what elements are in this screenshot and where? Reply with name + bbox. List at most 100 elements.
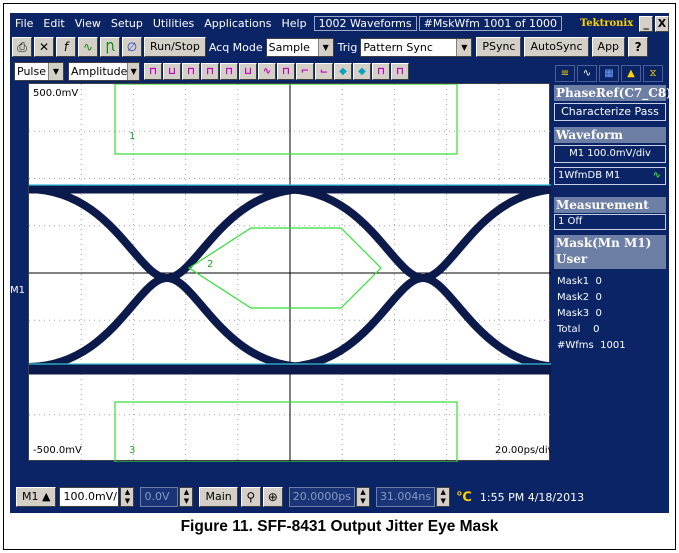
- pulse-value: Pulse: [17, 65, 46, 78]
- measure-fall-icon[interactable]: ◆: [353, 63, 371, 80]
- measure-area-icon[interactable]: ⊓: [391, 63, 409, 80]
- measure-cycle-mean-icon[interactable]: ⊔: [239, 63, 257, 80]
- acq-mode-value: Sample: [268, 40, 310, 54]
- menu-utilities[interactable]: Utilities: [148, 17, 199, 30]
- trig-value: Pattern Sync: [363, 40, 433, 54]
- panel-waveform-icon[interactable]: ∿: [577, 64, 597, 82]
- amplitude-select[interactable]: Amplitude ▼: [68, 62, 140, 81]
- chevron-down-icon: ▼: [456, 38, 472, 56]
- scale-field[interactable]: 100.0mV/: [59, 487, 120, 507]
- mask3-row: Mask3 0: [557, 307, 602, 320]
- temperature-icon[interactable]: ℃: [456, 490, 472, 505]
- zoom-icon[interactable]: ⚲: [240, 487, 261, 507]
- autosync-button[interactable]: AutoSync: [524, 37, 589, 57]
- offset-spinner[interactable]: ▲ ▼: [179, 487, 194, 507]
- measure-undershoot-icon[interactable]: ⌙: [315, 63, 333, 80]
- waveform-header: Waveform: [554, 127, 666, 143]
- waveform-scale-button[interactable]: M1 100.0mV/div: [554, 145, 666, 163]
- chevron-down-icon: ▼: [127, 63, 139, 80]
- acq-mode-select[interactable]: Sample ▼: [265, 37, 334, 57]
- channel-button[interactable]: M1 ▲: [16, 487, 57, 507]
- bottom-voltage-label: -500.0mV: [33, 445, 82, 456]
- mask-row-label: Mask1: [557, 276, 590, 287]
- eye-falling-edge-1: [29, 185, 311, 371]
- mask1-label: 1: [129, 131, 136, 142]
- panel-grid-icon[interactable]: ▦: [599, 64, 619, 82]
- main-button[interactable]: Main: [199, 487, 238, 507]
- close-button[interactable]: X: [655, 15, 669, 32]
- status-bar: M1 ▲ 100.0mV/ ▲ ▼ 0.0V ▲ ▼ Main ⚲ ⊕ 20.000…: [10, 481, 669, 513]
- mask1-region: [114, 84, 458, 155]
- chevron-down-icon: ▼: [317, 38, 333, 56]
- measure-overshoot-icon[interactable]: ⌐: [296, 63, 314, 80]
- position-field[interactable]: 20.0000ps: [288, 487, 355, 507]
- mask3-region: [114, 401, 458, 462]
- total-row: Total 0: [557, 323, 599, 336]
- offset-field[interactable]: 0.0V: [140, 487, 179, 507]
- scope-application: File Edit View Setup Utilities Applicati…: [10, 13, 672, 513]
- zoom-in-icon[interactable]: ⊕: [262, 487, 283, 507]
- tools-icon[interactable]: ✕: [34, 37, 54, 57]
- top-voltage-label: 500.0mV: [33, 88, 79, 99]
- menu-help[interactable]: Help: [276, 17, 311, 30]
- menu-edit[interactable]: Edit: [38, 17, 69, 30]
- mask-header: Mask(Mn M1) User: [554, 235, 666, 269]
- mask-row-value: 0: [595, 292, 602, 303]
- position-spinner[interactable]: ▲ ▼: [355, 487, 370, 507]
- clock: 1:55 PM 4/18/2013: [479, 490, 585, 504]
- panel-lines-icon[interactable]: ≡: [555, 64, 575, 82]
- measure-cycle-rms-icon[interactable]: ⊓: [277, 63, 295, 80]
- main-toolbar: ⎙ ✕ f ∿ Ꞃ ∅ Run/Stop Acq Mode Sample ▼ T…: [10, 34, 669, 60]
- mask2-row: Mask2 0: [557, 291, 602, 304]
- eye-diagram-display[interactable]: 500.0mV -500.0mV 20.00ps/div 1 2 3: [28, 83, 554, 462]
- pulse-select[interactable]: Pulse ▼: [14, 62, 64, 81]
- scale-spinner[interactable]: ▲ ▼: [120, 487, 135, 507]
- mask-row-label: Mask3: [557, 308, 590, 319]
- measure-pk-pk-icon[interactable]: ⊓: [201, 63, 219, 80]
- menu-file[interactable]: File: [10, 17, 38, 30]
- measurement-field[interactable]: 1 Off: [554, 214, 666, 230]
- panel-hourglass-icon[interactable]: ⧖: [643, 64, 663, 82]
- duration-spinner[interactable]: ▲ ▼: [436, 487, 451, 507]
- measure-amplitude-icon[interactable]: ⊓: [182, 63, 200, 80]
- panel-tab-bar: ≡ ∿ ▦ ▲ ⧖: [551, 63, 669, 83]
- measure-high-icon[interactable]: ⊓: [144, 63, 162, 80]
- waveform-icon[interactable]: ∿: [78, 37, 98, 57]
- channel-marker[interactable]: M1: [10, 284, 28, 298]
- panel-histogram-icon[interactable]: ▲: [621, 64, 641, 82]
- reference-icon[interactable]: Ꞃ: [100, 37, 120, 57]
- measure-mean-icon[interactable]: ⊓: [220, 63, 238, 80]
- run-stop-button[interactable]: Run/Stop: [144, 37, 206, 57]
- waveform-db-field[interactable]: 1WfmDB M1 ∿: [554, 167, 666, 185]
- characterize-pass-button[interactable]: Characterize Pass: [554, 103, 666, 121]
- menu-setup[interactable]: Setup: [106, 17, 148, 30]
- math-icon[interactable]: f: [56, 37, 76, 57]
- print-icon[interactable]: ⎙: [12, 37, 32, 57]
- duration-field[interactable]: 31.004ns: [375, 487, 436, 507]
- eye-falling-edge-2: [279, 185, 551, 371]
- waveforms-row: #Wfms 1001: [557, 339, 626, 352]
- measure-low-icon[interactable]: ⊔: [163, 63, 181, 80]
- mask2-region: [187, 227, 382, 309]
- menu-view[interactable]: View: [70, 17, 106, 30]
- app-button[interactable]: App: [591, 37, 626, 57]
- mask3-label: 3: [129, 445, 136, 456]
- psync-button[interactable]: PSync: [476, 37, 522, 57]
- brand-logo: Tektronix: [575, 18, 638, 29]
- measure-rise-icon[interactable]: ◆: [334, 63, 352, 80]
- waveform-db-label: 1WfmDB M1: [558, 170, 621, 181]
- mask-row-value: 0: [593, 324, 600, 335]
- measure-rms-icon[interactable]: ∿: [258, 63, 276, 80]
- mask-row-value: 0: [595, 308, 602, 319]
- mask-row-value: 1001: [600, 340, 626, 351]
- help-icon[interactable]: ?: [628, 37, 649, 57]
- cursor-icon[interactable]: ∅: [122, 37, 142, 57]
- chevron-down-icon: ▼: [48, 63, 63, 80]
- menu-applications[interactable]: Applications: [199, 17, 276, 30]
- measure-burst-icon[interactable]: ⊓: [372, 63, 390, 80]
- mask-row-label: Mask2: [557, 292, 590, 303]
- trig-select[interactable]: Pattern Sync ▼: [360, 37, 473, 57]
- mask-waveform-status: #MskWfm 1001 of 1000: [418, 16, 562, 31]
- minimize-button[interactable]: _: [639, 15, 654, 32]
- menu-bar: File Edit View Setup Utilities Applicati…: [10, 13, 669, 34]
